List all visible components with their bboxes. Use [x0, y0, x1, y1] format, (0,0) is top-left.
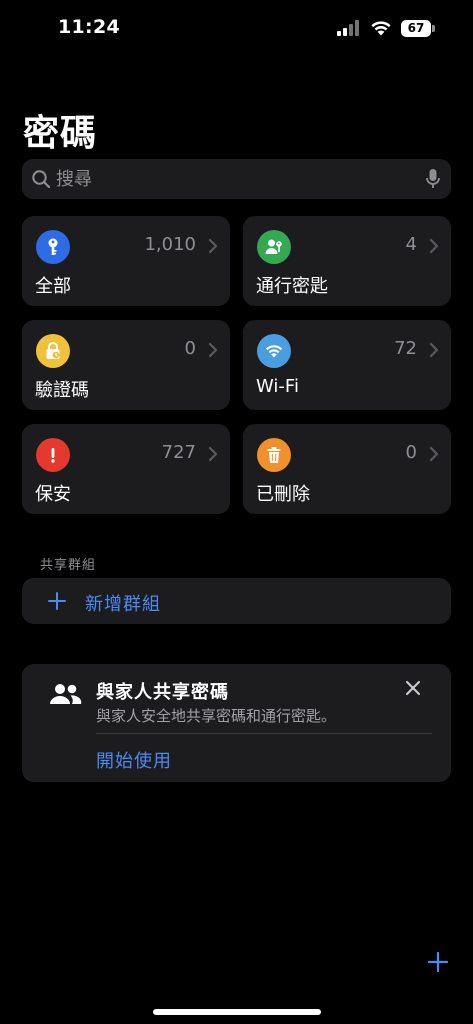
chevron-right-icon — [429, 342, 439, 358]
category-label: 已刪除 — [256, 484, 310, 505]
add-icon[interactable] — [428, 952, 448, 972]
chevron-right-icon — [208, 342, 218, 358]
exclamation-icon — [36, 438, 70, 472]
family-sharing-card: 與家人共享密碼 與家人安全地共享密碼和通行密匙。 開始使用 — [22, 664, 451, 782]
search-icon — [32, 170, 51, 189]
new-group-label: 新增群組 — [85, 594, 161, 615]
status-bar: 11:24 67 — [0, 0, 473, 56]
family-sharing-subtitle: 與家人安全地共享密碼和通行密匙。 — [96, 707, 337, 725]
search-input[interactable] — [56, 159, 416, 199]
close-icon[interactable] — [405, 680, 421, 696]
category-card-deleted[interactable]: 0 已刪除 — [243, 424, 451, 514]
trash-icon — [257, 438, 291, 472]
category-label: 驗證碼 — [35, 380, 89, 401]
battery-icon: 67 — [401, 19, 435, 37]
microphone-icon[interactable] — [425, 168, 441, 190]
category-card-verification-codes[interactable]: 0 驗證碼 — [22, 320, 230, 410]
wifi-icon — [257, 334, 291, 368]
category-label: 保安 — [35, 484, 71, 505]
get-started-button[interactable]: 開始使用 — [96, 747, 172, 773]
plus-icon — [48, 592, 66, 610]
category-card-all[interactable]: 1,010 全部 — [22, 216, 230, 306]
chevron-right-icon — [208, 446, 218, 462]
category-count: 4 — [405, 234, 417, 255]
category-count: 0 — [184, 338, 196, 359]
category-count: 0 — [405, 442, 417, 463]
category-card-wifi[interactable]: 72 Wi-Fi — [243, 320, 451, 410]
category-count: 72 — [394, 338, 417, 359]
category-label: 通行密匙 — [256, 276, 328, 297]
home-indicator[interactable] — [153, 1009, 321, 1015]
status-time: 11:24 — [58, 16, 120, 38]
new-group-button[interactable]: 新增群組 — [22, 578, 451, 624]
family-sharing-title: 與家人共享密碼 — [96, 682, 229, 703]
status-indicators: 67 — [337, 18, 435, 38]
person-key-icon — [257, 230, 291, 264]
category-label: Wi-Fi — [256, 376, 299, 397]
category-card-security[interactable]: 727 保安 — [22, 424, 230, 514]
page-title: 密碼 — [23, 113, 98, 154]
chevron-right-icon — [429, 238, 439, 254]
category-card-passkeys[interactable]: 4 通行密匙 — [243, 216, 451, 306]
people-icon — [50, 684, 82, 704]
chevron-right-icon — [429, 446, 439, 462]
chevron-right-icon — [208, 238, 218, 254]
passwords-screen: 11:24 67 密碼 搜尋 1,010 全部 4 通行密匙 0 驗證碼 72 … — [0, 0, 473, 1024]
divider — [96, 733, 432, 734]
category-count: 727 — [161, 442, 196, 463]
search-bar[interactable] — [22, 159, 451, 199]
shared-groups-header: 共享群組 — [40, 558, 97, 573]
cellular-signal-icon — [337, 20, 359, 36]
battery-level: 67 — [407, 21, 425, 35]
lock-clock-icon — [36, 334, 70, 368]
category-label: 全部 — [35, 276, 71, 297]
wifi-status-icon — [371, 21, 391, 36]
category-count: 1,010 — [144, 234, 196, 255]
key-icon — [36, 230, 70, 264]
